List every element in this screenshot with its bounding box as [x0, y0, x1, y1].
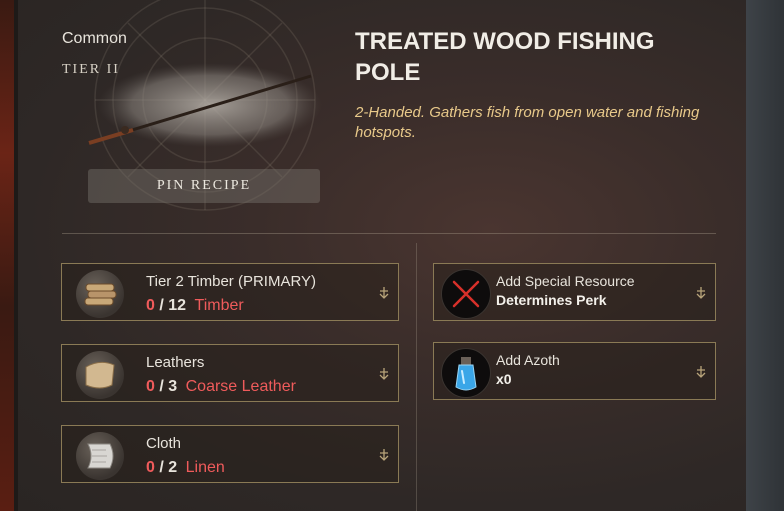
- column-divider: [416, 243, 417, 511]
- ingredient-need: 2: [168, 459, 178, 476]
- timber-icon: [76, 270, 124, 318]
- azoth-flask-icon: [441, 348, 491, 398]
- leather-icon: [76, 351, 124, 399]
- special-resource-slot[interactable]: Add Special Resource Determines Perk: [433, 263, 716, 321]
- ingredient-resource: Linen: [185, 459, 225, 476]
- section-divider: [62, 233, 716, 234]
- ingredient-separator: /: [159, 378, 164, 395]
- ingredient-slot-cloth[interactable]: Cloth 0 / 2 Linen: [61, 425, 399, 483]
- ingredient-slot-timber[interactable]: Tier 2 Timber (PRIMARY) 0 / 12 Timber: [61, 263, 399, 321]
- ingredient-name: Cloth: [146, 435, 182, 452]
- ingredient-count: 0 / 3 Coarse Leather: [146, 378, 296, 396]
- fishing-pole-icon: [88, 63, 322, 147]
- ingredient-have: 0: [146, 378, 155, 395]
- ingredient-need: 12: [168, 297, 187, 314]
- ingredient-name: Leathers: [146, 354, 205, 371]
- ingredient-need: 3: [168, 378, 178, 395]
- azoth-slot[interactable]: Add Azoth x0: [433, 342, 716, 400]
- azoth-label: Add Azoth: [496, 352, 560, 368]
- panel-right-edge: [746, 0, 784, 511]
- pin-recipe-button[interactable]: PIN RECIPE: [88, 169, 320, 203]
- item-title: TREATED WOOD FISHING POLE: [355, 28, 655, 86]
- linen-icon: [76, 432, 124, 480]
- ingredient-resource: Coarse Leather: [185, 378, 296, 395]
- dropdown-arrow-icon[interactable]: [378, 448, 390, 462]
- azoth-count: x0: [496, 371, 512, 387]
- empty-slot-x-icon: [441, 269, 491, 319]
- ingredient-resource: Timber: [194, 297, 244, 314]
- ingredient-separator: /: [159, 459, 164, 476]
- ingredient-have: 0: [146, 297, 155, 314]
- item-description: 2-Handed. Gathers fish from open water a…: [355, 104, 700, 141]
- ingredient-count: 0 / 12 Timber: [146, 297, 244, 315]
- ingredient-separator: /: [159, 297, 164, 314]
- item-rarity: Common: [62, 30, 127, 47]
- dropdown-arrow-icon[interactable]: [378, 286, 390, 300]
- ingredient-have: 0: [146, 459, 155, 476]
- ingredient-slot-leathers[interactable]: Leathers 0 / 3 Coarse Leather: [61, 344, 399, 402]
- special-resource-sub: Determines Perk: [496, 292, 607, 308]
- ingredient-name: Tier 2 Timber (PRIMARY): [146, 273, 317, 290]
- dropdown-arrow-icon[interactable]: [695, 365, 707, 379]
- ingredient-count: 0 / 2 Linen: [146, 459, 225, 477]
- dropdown-arrow-icon[interactable]: [695, 286, 707, 300]
- special-resource-label: Add Special Resource: [496, 273, 635, 289]
- dropdown-arrow-icon[interactable]: [378, 367, 390, 381]
